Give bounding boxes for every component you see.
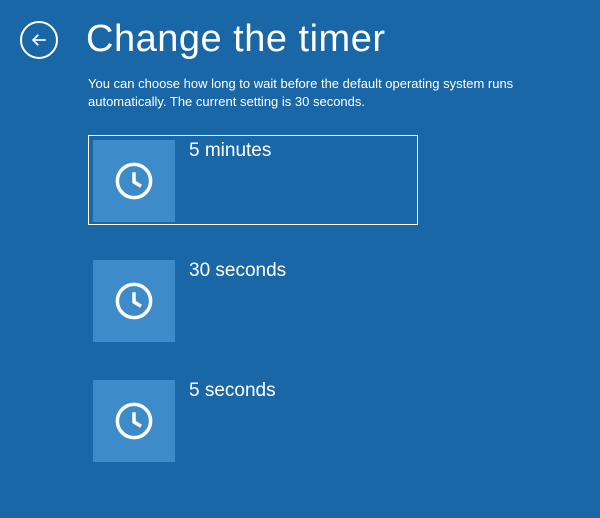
header: Change the timer (0, 0, 600, 61)
description-text: You can choose how long to wait before t… (88, 75, 560, 111)
option-label: 5 seconds (189, 380, 276, 402)
clock-icon (113, 400, 155, 442)
timer-option-5-seconds[interactable]: 5 seconds (88, 375, 418, 465)
option-label: 30 seconds (189, 260, 286, 282)
option-tile (93, 260, 175, 342)
option-tile (93, 140, 175, 222)
option-tile (93, 380, 175, 462)
timer-option-5-minutes[interactable]: 5 minutes (88, 135, 418, 225)
option-label: 5 minutes (189, 140, 271, 162)
clock-icon (113, 160, 155, 202)
content: You can choose how long to wait before t… (0, 61, 600, 465)
timer-options: 5 minutes 30 seconds 5 seconds (88, 135, 560, 465)
timer-option-30-seconds[interactable]: 30 seconds (88, 255, 418, 345)
back-button[interactable] (20, 21, 58, 59)
back-arrow-icon (30, 31, 48, 49)
clock-icon (113, 280, 155, 322)
page-title: Change the timer (86, 18, 386, 61)
